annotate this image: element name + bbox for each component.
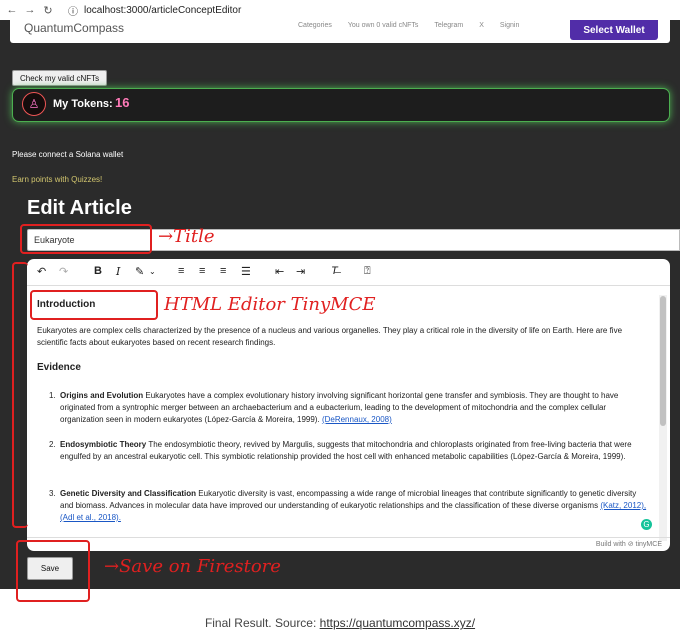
nav-link-categories[interactable]: Categories [298,22,332,29]
url-text: localhost:3000/articleConceptEditor [84,4,242,16]
editor-content[interactable]: Introduction Eukaryotes are complex cell… [37,289,655,527]
citation-link[interactable]: (DeRennaux, 2008) [322,415,392,424]
nav-link-x[interactable]: X [479,22,484,29]
source-link[interactable]: https://quantumcompass.xyz/ [320,616,475,630]
item-title: Origins and Evolution [60,391,144,400]
align-center-icon[interactable]: ≡ [199,265,205,277]
info-icon: ⓘ [68,6,78,18]
help-icon[interactable]: ⍰ [364,265,371,278]
forward-icon[interactable]: → [24,4,36,16]
annotation-box-intro [30,290,158,320]
italic-icon[interactable]: I [116,265,120,278]
page-title: Edit Article [27,197,132,219]
quantum-logo-icon: ♙ [22,92,46,116]
align-justify-icon[interactable]: ☰ [241,265,251,278]
tinymce-branding[interactable]: Build with ⊘ tinyMCE [596,540,662,548]
chevron-down-icon[interactable]: ⌄ [149,267,156,276]
outdent-icon[interactable]: ⇤ [275,265,284,278]
select-wallet-button[interactable]: Select Wallet [570,20,658,40]
tokens-count: 16 [115,95,130,110]
reload-icon[interactable]: ↻ [42,4,54,17]
indent-icon[interactable]: ⇥ [296,265,305,278]
nav-link-cnfts[interactable]: You own 0 valid cNFTs [348,22,419,29]
highlight-icon[interactable]: ✎ [135,265,144,278]
editor-toolbar: ↶ ↷ B I ✎ ⌄ ≡ ≡ ≡ ☰ ⇤ ⇥ T̶ ⍰ [27,259,670,286]
editor-statusbar: Build with ⊘ tinyMCE [27,537,670,551]
caption: Final Result. Source: https://quantumcom… [204,616,476,630]
browser-bar: ← → ↻ ⓘ localhost:3000/articleConceptEdi… [0,0,680,20]
redo-icon[interactable]: ↷ [59,265,68,278]
annotation-title: →Title [158,226,215,247]
annotation-box-save [16,540,90,602]
content-intro: Eukaryotes are complex cells characteriz… [37,326,623,347]
address-bar[interactable]: ⓘ localhost:3000/articleConceptEditor [68,3,241,18]
annotation-box-title [20,224,152,254]
navbar: QuantumCompass Categories You own 0 vali… [10,20,670,43]
check-cnfts-button[interactable]: Check my valid cNFTs [12,70,108,86]
grammarly-icon[interactable]: G [641,519,652,530]
bold-icon[interactable]: B [94,265,102,277]
item-title: Genetic Diversity and Classification [60,489,197,498]
back-icon[interactable]: ← [6,4,18,16]
nav-link-telegram[interactable]: Telegram [434,22,463,29]
nav-link-signin[interactable]: Signin [500,22,519,29]
content-h3: Evidence [37,362,81,373]
editor-scrollbar[interactable] [659,295,667,541]
annotation-editor: HTML Editor TinyMCE [164,294,376,315]
annotation-box-editor [12,262,28,528]
connect-message: Please connect a Solana wallet [12,150,124,159]
earn-quizzes-link[interactable]: Earn points with Quizzes! [12,175,102,184]
brand-logo[interactable]: QuantumCompass [24,21,124,35]
clear-format-icon[interactable]: T̶ [331,265,338,277]
tokens-panel: ♙ My Tokens: 16 [12,88,670,122]
item-text: The endosymbiotic theory, revived by Mar… [60,440,632,461]
tokens-label: My Tokens: [53,98,113,110]
scrollbar-thumb[interactable] [660,296,666,426]
annotation-save: →Save on Firestore [104,556,281,577]
nav-links: Categories You own 0 valid cNFTs Telegra… [298,22,519,29]
align-left-icon[interactable]: ≡ [178,265,184,277]
align-right-icon[interactable]: ≡ [220,265,226,277]
item-title: Endosymbiotic Theory [60,440,147,449]
undo-icon[interactable]: ↶ [37,265,46,278]
